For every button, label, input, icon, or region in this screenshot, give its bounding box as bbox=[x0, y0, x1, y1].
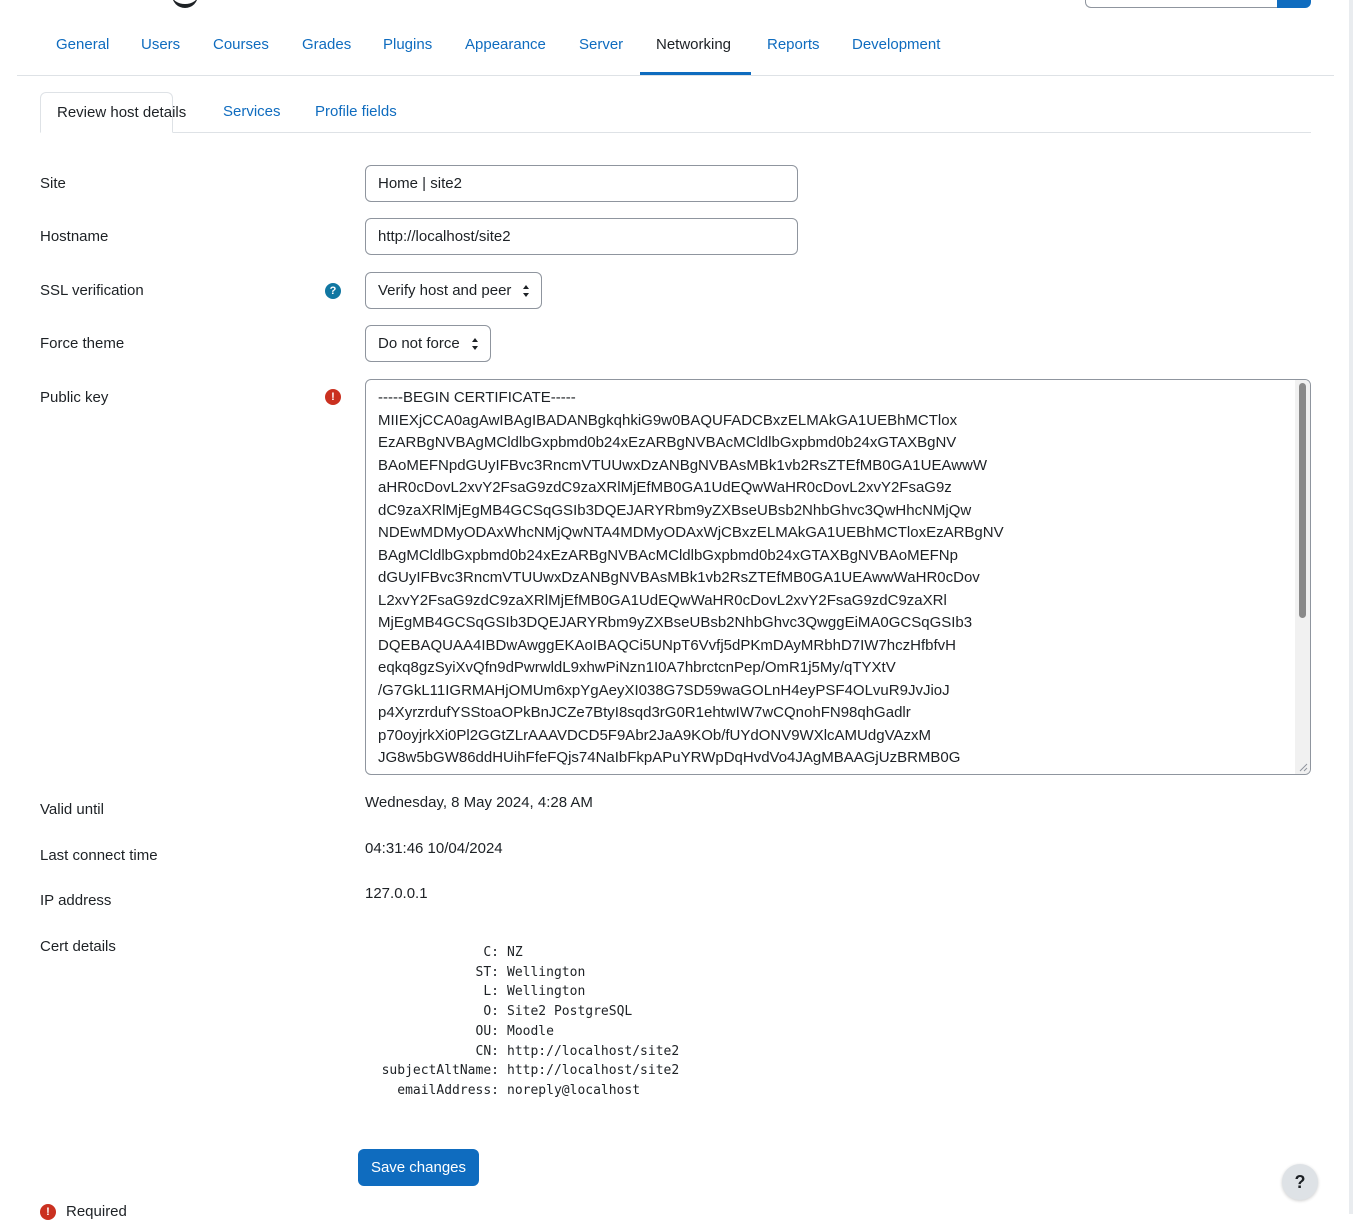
hostname-label: Hostname bbox=[40, 228, 109, 245]
public-key-label: Public key bbox=[40, 389, 109, 406]
public-key-line: BAoMEFNpdGUyIFBvc3RncmVTUUwxDzANBgNVBAsM… bbox=[378, 456, 988, 474]
cert-detail-value: NZ bbox=[507, 945, 523, 960]
valid-until-label: Valid until bbox=[40, 801, 104, 818]
resize-grip-icon[interactable] bbox=[1298, 762, 1308, 772]
last-connect-time-value: 04:31:46 10/04/2024 bbox=[365, 840, 503, 857]
ip-address-label: IP address bbox=[40, 892, 112, 909]
public-key-line: -----BEGIN CERTIFICATE----- bbox=[378, 389, 576, 406]
force-theme-label: Force theme bbox=[40, 335, 125, 352]
ssl-verification-value: Verify host and peer bbox=[378, 282, 512, 299]
active-tab-indicator bbox=[640, 72, 751, 75]
tab-courses[interactable]: Courses bbox=[213, 36, 269, 53]
networking-secondary-tabs: Review host details Services Profile fie… bbox=[40, 92, 1311, 133]
tab-development[interactable]: Development bbox=[852, 36, 940, 53]
site-label: Site bbox=[40, 175, 66, 192]
tab-grades[interactable]: Grades bbox=[302, 36, 351, 53]
search-button[interactable] bbox=[1277, 0, 1311, 8]
exclamation-circle-icon: ! bbox=[40, 1204, 56, 1220]
cert-detail-value: Wellington bbox=[507, 964, 586, 980]
cert-detail-row: C: NZ bbox=[376, 943, 679, 963]
public-key-line: L2xvY2FsaG9zdC9zaXRlMjEfMB0GA1UdEQwWaHR0… bbox=[378, 591, 947, 609]
cert-detail-value: http://localhost/site2 bbox=[507, 1063, 680, 1079]
page-heading-fragment bbox=[172, 0, 198, 8]
window-scrollbar[interactable] bbox=[1349, 0, 1353, 1214]
ssl-verification-label: SSL verification bbox=[40, 282, 144, 299]
public-key-line: NDEwMDMyODAxWhcNMjQwNTA4MDMyODAxWjCBxzEL… bbox=[378, 524, 1004, 541]
tab-users[interactable]: Users bbox=[141, 36, 180, 53]
question-circle-icon[interactable]: ? bbox=[325, 283, 341, 299]
public-key-line: EzARBgNVBAgMCldlbGxpbmd0b24xEzARBgNVBAcM… bbox=[378, 434, 957, 451]
public-key-line: p70oyjrkXi0Pl2GGtZLrAAAVDCD5F9Abr2JaA9KO… bbox=[378, 726, 931, 744]
force-theme-select[interactable]: Do not force bbox=[365, 325, 491, 362]
cert-detail-row: ST: Wellington bbox=[376, 963, 679, 983]
cert-detail-value: Moodle bbox=[507, 1023, 554, 1039]
hostname-field[interactable]: http://localhost/site2 bbox=[365, 218, 798, 255]
tab-services[interactable]: Services bbox=[207, 92, 297, 132]
cert-detail-key: ST: bbox=[475, 964, 499, 980]
tab-general[interactable]: General bbox=[56, 36, 109, 53]
cert-detail-key: CN: bbox=[475, 1043, 499, 1059]
public-key-line: dC9zaXRlMjEgMB4GCSqGSIb3DQEJARYRbm9yZXBs… bbox=[378, 501, 972, 519]
select-caret-icon bbox=[471, 338, 478, 350]
tab-networking[interactable]: Networking bbox=[656, 36, 731, 53]
tab-review-host-details[interactable]: Review host details bbox=[40, 92, 186, 133]
admin-primary-tabs: General Users Courses Grades Plugins App… bbox=[17, 18, 1334, 76]
public-key-line: eqkq8gzSyiXvQfn9dPwrwldL9xhwPiNzn1I0A7hb… bbox=[378, 659, 896, 676]
public-key-line: p4XyrzrdufYSStoaOPkBnJCZe7BtyI8sqd3rG0R1… bbox=[378, 704, 911, 721]
tab-profile-fields[interactable]: Profile fields bbox=[299, 92, 413, 132]
cert-details-label: Cert details bbox=[40, 938, 116, 955]
last-connect-time-label: Last connect time bbox=[40, 847, 158, 864]
public-key-line: /G7GkL11IGRMAHjOMUm6xpYgAeyXI038G7SD59wa… bbox=[378, 681, 950, 699]
tab-appearance[interactable]: Appearance bbox=[465, 36, 546, 53]
force-theme-value: Do not force bbox=[378, 335, 460, 352]
cert-detail-key: subjectAltName: bbox=[381, 1063, 499, 1079]
tab-server[interactable]: Server bbox=[579, 36, 623, 53]
public-key-line: MjEgMB4GCSqGSIb3DQEJARYRbm9yZXBseUBsb2Nh… bbox=[378, 614, 973, 631]
cert-detail-key: O: bbox=[483, 1004, 499, 1020]
cert-detail-value: Wellington bbox=[507, 984, 586, 1000]
cert-detail-key: C: bbox=[483, 945, 499, 960]
tab-reports[interactable]: Reports bbox=[767, 36, 820, 53]
public-key-line: aHR0cDovL2xvY2FsaG9zdC9zaXRlMjEfMB0GA1Ud… bbox=[378, 479, 952, 496]
required-note-text: Required bbox=[66, 1203, 127, 1220]
cert-detail-row: L: Wellington bbox=[376, 982, 679, 1002]
cert-details-block: C: NZ ST: Wellington L: Wellington O: Site2 Pos… bbox=[376, 943, 680, 1101]
ssl-verification-select[interactable]: Verify host and peer bbox=[365, 272, 543, 309]
ip-address-value: 127.0.0.1 bbox=[365, 885, 428, 902]
public-key-line: JG8w5bGW86ddHUihFfeFQjs74NaIbFkpAPuYRWpD… bbox=[378, 749, 961, 766]
cert-detail-row: O: Site2 PostgreSQL bbox=[376, 1002, 679, 1022]
public-key-textarea[interactable]: -----BEGIN CERTIFICATE----- MIIEXjCCA0agA… bbox=[365, 379, 1311, 775]
cert-detail-key: emailAddress: bbox=[397, 1082, 499, 1098]
site-field[interactable]: Home | site2 bbox=[365, 165, 798, 202]
cert-detail-row: subjectAltName: http://localhost/site2 bbox=[376, 1061, 680, 1081]
cert-detail-value: noreply@localhost bbox=[507, 1082, 641, 1098]
public-key-line: DQEBAQUAA4IBDwAwggEKAoIBAQCi5UNpT6Vvfj5d… bbox=[378, 636, 956, 654]
valid-until-value: Wednesday, 8 May 2024, 4:28 AM bbox=[365, 794, 593, 811]
search-input[interactable] bbox=[1085, 0, 1279, 8]
cert-detail-row: CN: http://localhost/site2 bbox=[376, 1042, 680, 1062]
cert-detail-row: OU: Moodle bbox=[376, 1022, 679, 1042]
help-button[interactable]: ? bbox=[1282, 1164, 1318, 1200]
tab-plugins[interactable]: Plugins bbox=[383, 36, 432, 53]
required-note: ! Required bbox=[40, 1203, 127, 1220]
select-caret-icon bbox=[523, 285, 530, 297]
cert-detail-row: emailAddress: noreply@localhost bbox=[376, 1081, 679, 1101]
save-changes-button[interactable]: Save changes bbox=[358, 1149, 479, 1186]
cert-detail-key: OU: bbox=[475, 1023, 499, 1039]
public-key-line: MIIEXjCCA0agAwIBAgIBADANBgkqhkiG9w0BAQUF… bbox=[378, 411, 958, 429]
cert-detail-key: L: bbox=[483, 984, 499, 1000]
textarea-scrollbar[interactable] bbox=[1295, 380, 1310, 774]
public-key-line: BAgMCldlbGxpbmd0b24xEzARBgNVBAcMCldlbGxp… bbox=[378, 546, 958, 564]
cert-detail-value: http://localhost/site2 bbox=[507, 1043, 680, 1059]
public-key-line: dGUyIFBvc3RncmVTUUwxDzANBgNVBAsMBk1vb2Rs… bbox=[378, 569, 980, 586]
public-key-text: -----BEGIN CERTIFICATE----- MIIEXjCCA0agA… bbox=[378, 387, 1004, 775]
textarea-scrollbar-thumb[interactable] bbox=[1299, 383, 1306, 618]
exclamation-circle-icon: ! bbox=[325, 389, 341, 405]
cert-detail-value: Site2 PostgreSQL bbox=[507, 1004, 633, 1020]
public-key-line: A1UdDgQWBBQ7c3Yx2p9m8KfLh0eR1wXvZbT4nzAf… bbox=[378, 770, 1004, 775]
